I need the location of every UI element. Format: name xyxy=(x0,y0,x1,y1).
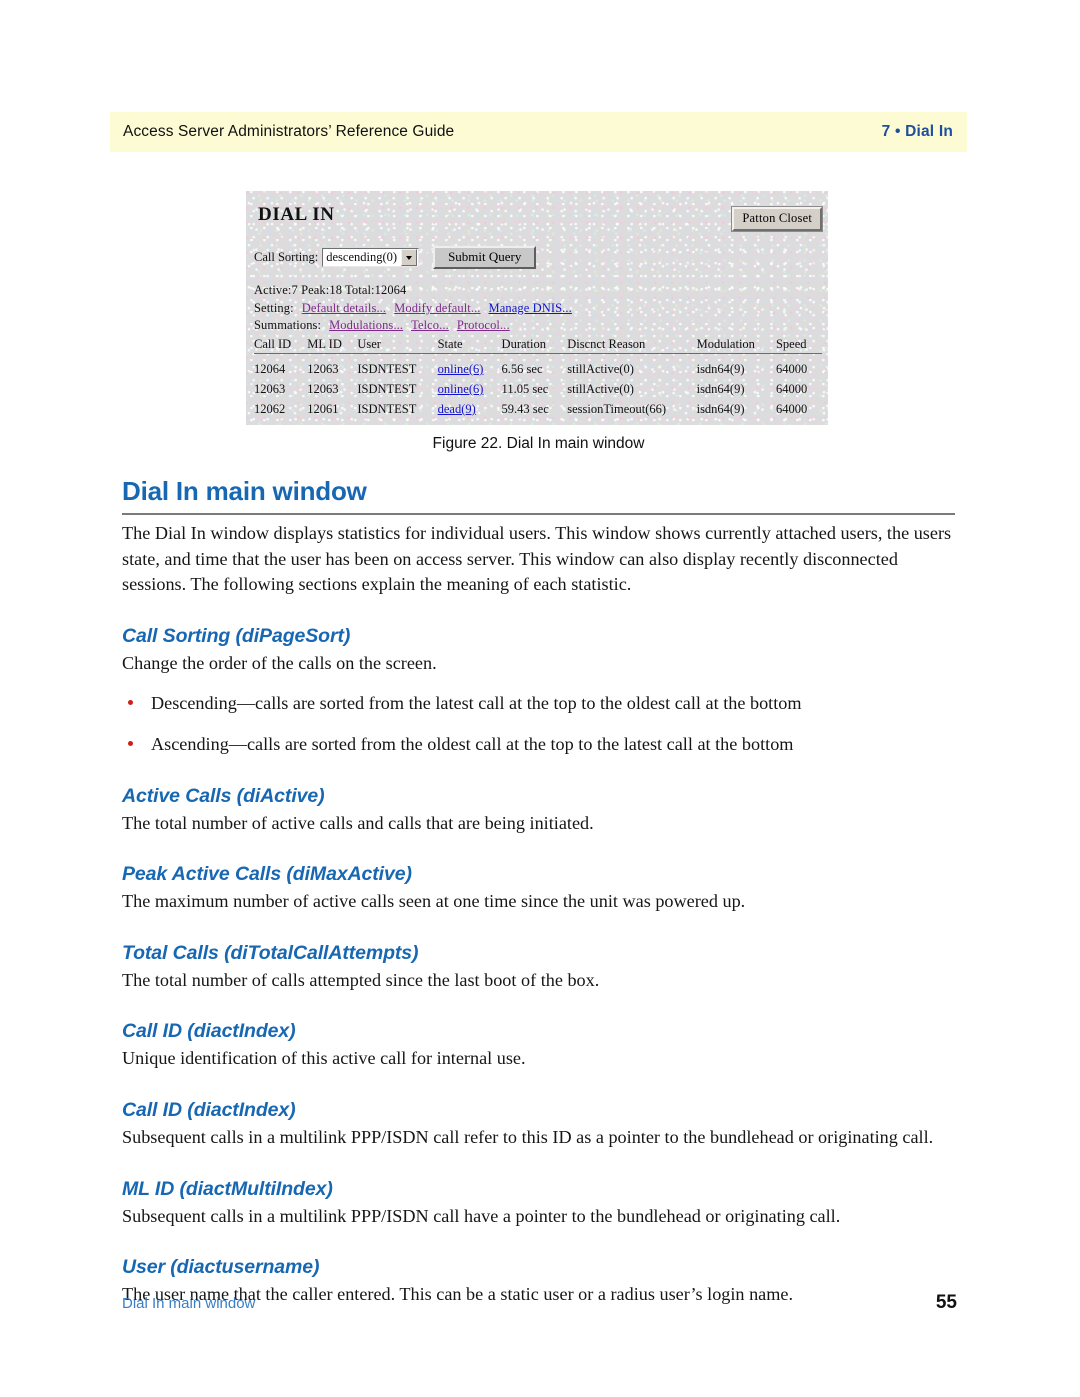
submit-query-button[interactable]: Submit Query xyxy=(433,246,537,269)
body-total-calls: The total number of calls attempted sinc… xyxy=(122,969,600,990)
link-manage-dnis[interactable]: Manage DNIS... xyxy=(489,301,572,315)
dial-in-title: DIAL IN xyxy=(258,204,335,225)
call-sorting-label: Call Sorting: xyxy=(254,250,319,264)
page-footer: Dial In main window 55 xyxy=(122,1292,957,1314)
intro-paragraph: The Dial In window displays statistics f… xyxy=(122,523,952,595)
col-user: User xyxy=(357,337,438,354)
link-default-details[interactable]: Default details... xyxy=(302,301,386,315)
col-duration: Duration xyxy=(501,337,568,354)
cell-user: ISDNTEST xyxy=(357,402,417,416)
cell-speed: 64000 xyxy=(775,382,808,396)
col-call-id: Call ID xyxy=(254,337,308,354)
heading-call-id-1: Call ID (diactIndex) xyxy=(122,1020,296,1043)
cell-duration: 11.05 sec xyxy=(501,382,549,396)
list-item: Descending—calls are sorted from the lat… xyxy=(122,691,959,717)
calls-table-wrapper: Call ID ML ID User State Duration Discnc… xyxy=(254,337,822,419)
cell-discnct-reason: sessionTimeout(66) xyxy=(567,402,667,416)
body-call-id-2: Subsequent calls in a multilink PPP/ISDN… xyxy=(122,1126,934,1147)
calls-table: Call ID ML ID User State Duration Discnc… xyxy=(254,337,822,419)
call-sorting-value: descending(0) xyxy=(326,250,398,264)
content-flow: The Dial In window displays statistics f… xyxy=(122,521,959,1308)
link-modulations[interactable]: Modulations... xyxy=(329,318,403,332)
chevron-down-icon[interactable] xyxy=(401,249,418,266)
table-row: 12063 12063 ISDNTEST online(6) 11.05 sec… xyxy=(254,379,822,399)
cell-user: ISDNTEST xyxy=(357,362,417,376)
figure-caption: Figure 22. Dial In main window xyxy=(432,435,645,452)
heading-active-calls: Active Calls (diActive) xyxy=(122,784,325,807)
summations-links-row: Summations: Modulations... Telco... Protoco… xyxy=(254,318,510,333)
cell-discnct-reason: stillActive(0) xyxy=(567,382,634,396)
col-speed: Speed xyxy=(775,337,822,354)
running-header: Access Server Administrators’ Reference … xyxy=(110,112,967,152)
header-chapter-label: 7 • Dial In xyxy=(881,123,953,140)
col-ml-id: ML ID xyxy=(307,337,358,354)
body-call-id-1: Unique identification of this active cal… xyxy=(122,1048,526,1069)
col-modulation: Modulation xyxy=(696,337,776,354)
cell-call-id: 12062 xyxy=(254,402,286,416)
call-sorting-row: Call Sorting: descending(0) Submit Query xyxy=(254,246,537,269)
heading-call-id-2: Call ID (diactIndex) xyxy=(122,1098,296,1121)
dial-in-stats-line: Active:7 Peak:18 Total:12064 xyxy=(254,283,407,297)
page-title: Dial In main window xyxy=(122,476,367,506)
cell-duration: 59.43 sec xyxy=(501,402,549,416)
cell-ml-id: 12061 xyxy=(307,402,339,416)
col-state: State xyxy=(437,337,502,354)
cell-discnct-reason: stillActive(0) xyxy=(567,362,634,376)
heading-ml-id: ML ID (diactMultiIndex) xyxy=(122,1177,333,1200)
cell-modulation: isdn64(9) xyxy=(696,362,745,376)
call-sorting-select[interactable]: descending(0) xyxy=(322,248,420,267)
cell-ml-id: 12063 xyxy=(307,382,339,396)
body-peak-active-calls: The maximum number of active calls seen … xyxy=(122,891,746,912)
list-item: Ascending—calls are sorted from the olde… xyxy=(122,732,959,758)
cell-state-link[interactable]: online(6) xyxy=(438,382,484,396)
cell-state-link[interactable]: dead(9) xyxy=(438,402,476,416)
cell-speed: 64000 xyxy=(775,402,808,416)
summations-label: Summations: xyxy=(254,318,322,332)
cell-duration: 6.56 sec xyxy=(501,362,543,376)
table-row: 12062 12061 ISDNTEST dead(9) 59.43 sec s… xyxy=(254,399,822,419)
setting-label: Setting: xyxy=(254,301,294,315)
cell-call-id: 12063 xyxy=(254,382,286,396)
list-item-label: Ascending—calls are sorted from the olde… xyxy=(151,733,794,754)
dial-in-app-screenshot: DIAL IN Patton Closet Call Sorting: desc… xyxy=(246,191,828,425)
cell-modulation: isdn64(9) xyxy=(696,382,745,396)
heading-user: User (diactusername) xyxy=(122,1256,320,1279)
table-header-row: Call ID ML ID User State Duration Discnc… xyxy=(254,337,822,354)
cell-modulation: isdn64(9) xyxy=(696,402,745,416)
title-divider xyxy=(122,513,955,515)
figure-dial-in-window: DIAL IN Patton Closet Call Sorting: desc… xyxy=(246,191,828,425)
table-row: 12064 12063 ISDNTEST online(6) 6.56 sec … xyxy=(254,354,822,380)
link-modify-default[interactable]: Modify default... xyxy=(394,301,480,315)
cell-call-id: 12064 xyxy=(254,362,286,376)
heading-call-sorting: Call Sorting (diPageSort) xyxy=(122,624,351,647)
footer-section-label: Dial In main window xyxy=(122,1295,256,1312)
body-call-sorting: Change the order of the calls on the scr… xyxy=(122,652,437,673)
cell-user: ISDNTEST xyxy=(357,382,417,396)
col-discnct-reason: Discnct Reason xyxy=(567,337,697,354)
setting-links-row: Setting: Default details... Modify default… xyxy=(254,301,572,316)
list-item-label: Descending—calls are sorted from the lat… xyxy=(151,693,802,714)
heading-peak-active-calls: Peak Active Calls (diMaxActive) xyxy=(122,863,412,886)
call-sorting-bullets: Descending—calls are sorted from the lat… xyxy=(122,691,959,757)
heading-total-calls: Total Calls (diTotalCallAttempts) xyxy=(122,941,419,964)
cell-speed: 64000 xyxy=(775,362,808,376)
header-guide-title: Access Server Administrators’ Reference … xyxy=(123,123,455,140)
body-ml-id: Subsequent calls in a multilink PPP/ISDN… xyxy=(122,1205,841,1226)
link-protocol[interactable]: Protocol... xyxy=(457,318,510,332)
bullet-icon xyxy=(128,700,133,706)
patton-closet-button[interactable]: Patton Closet xyxy=(732,207,822,231)
body-active-calls: The total number of active calls and cal… xyxy=(122,812,594,833)
cell-state-link[interactable]: online(6) xyxy=(438,362,484,376)
footer-page-number: 55 xyxy=(935,1292,957,1313)
bullet-icon xyxy=(128,740,133,746)
cell-ml-id: 12063 xyxy=(307,362,339,376)
link-telco[interactable]: Telco... xyxy=(411,318,449,332)
